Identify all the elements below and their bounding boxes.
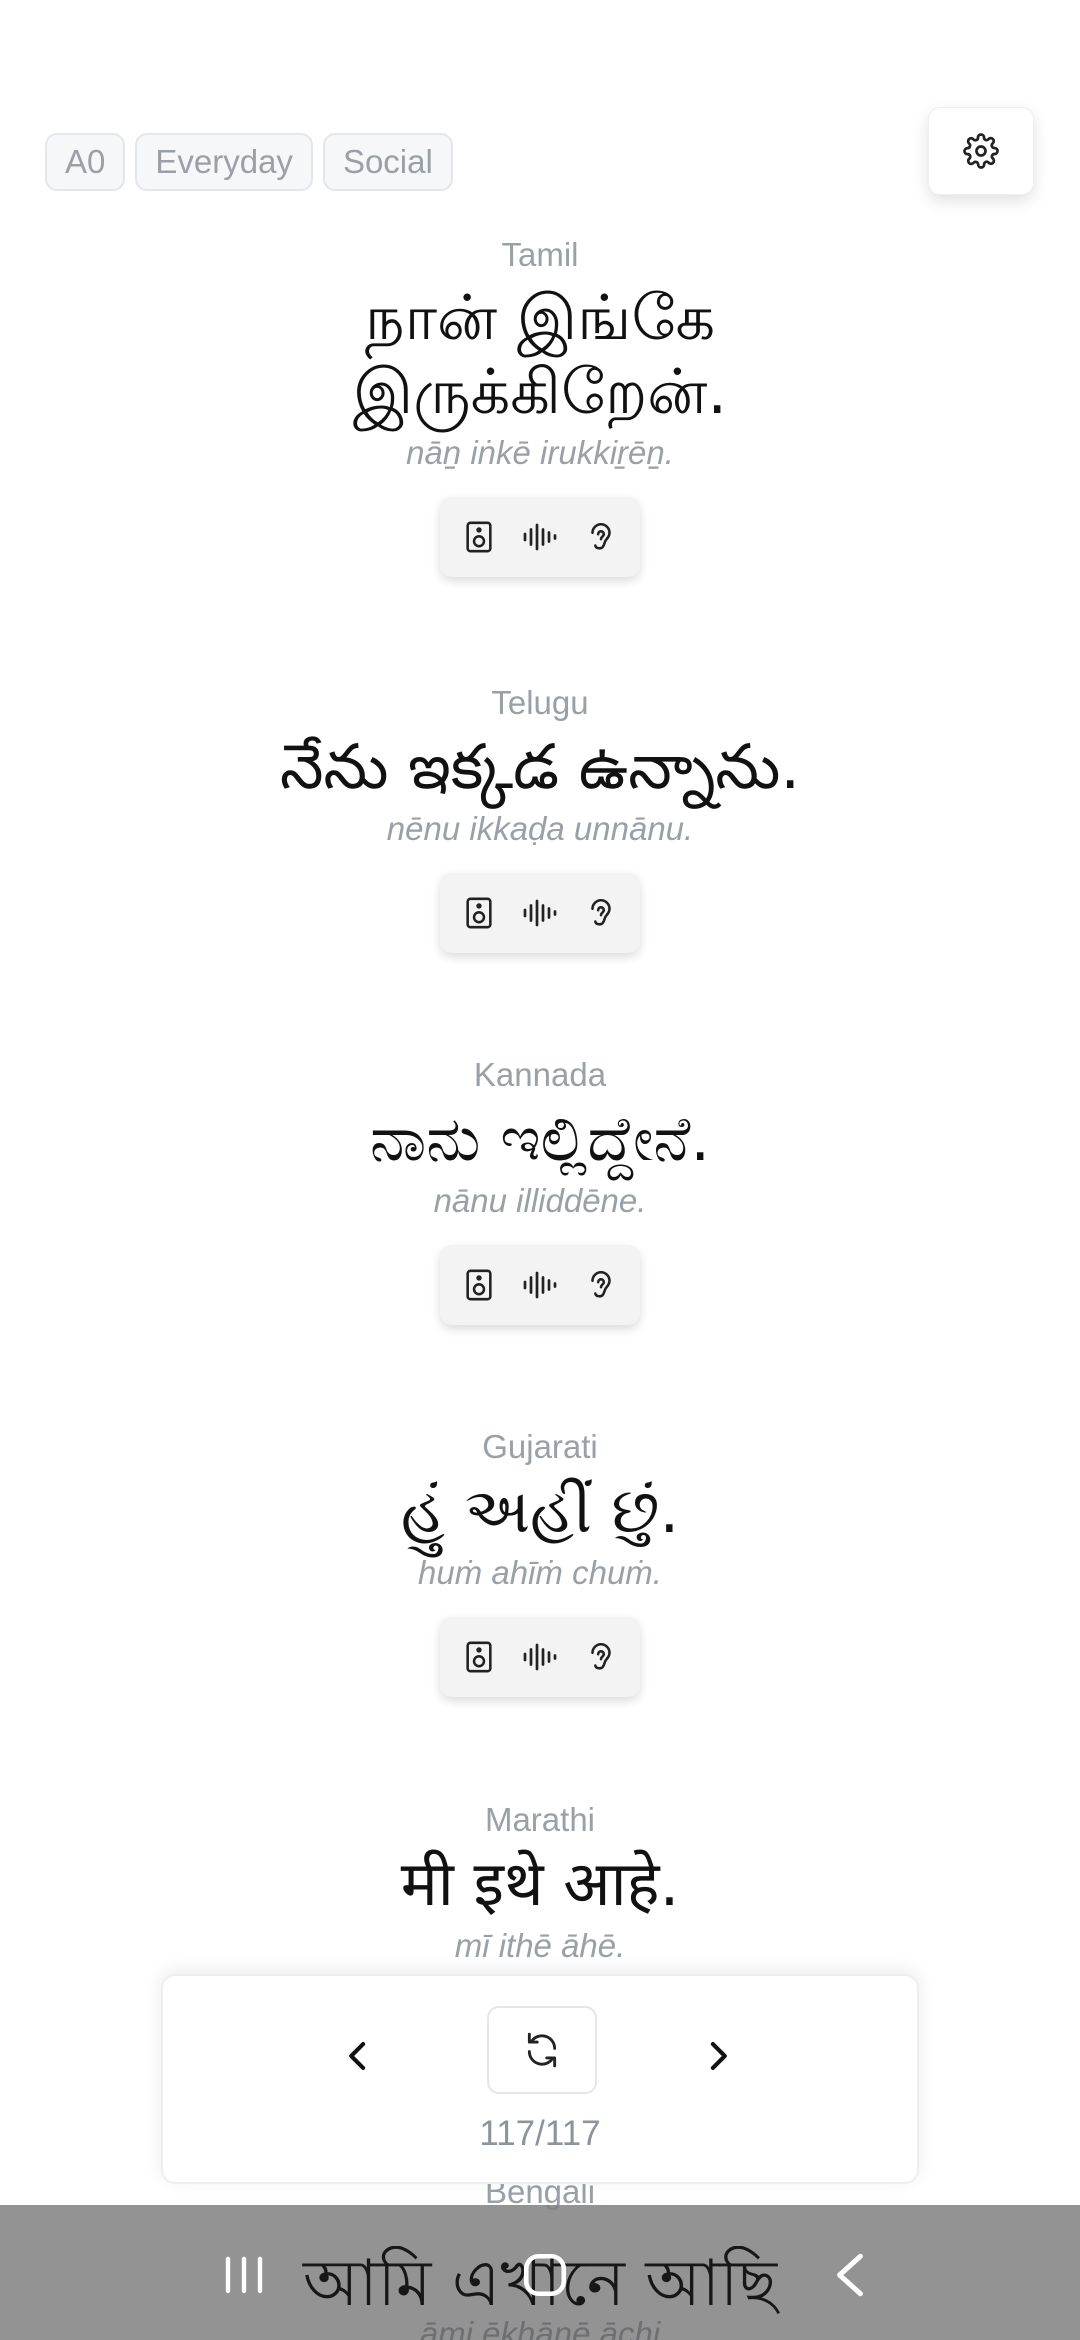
- audio-controls: [440, 497, 640, 577]
- transliteration: nānu illiddēne.: [433, 1182, 647, 1219]
- speaker-icon[interactable]: [457, 515, 501, 559]
- transliteration: mī ithē āhē.: [454, 1927, 626, 1964]
- phrase-card-gujarati: Gujarati હું અહીં છું. huṁ ahīṁ chuṁ.: [0, 1427, 1080, 1697]
- phrase-text: હું અહીં છું.: [400, 1474, 680, 1547]
- waveform-icon[interactable]: [518, 891, 562, 935]
- waveform-icon[interactable]: [518, 1263, 562, 1307]
- settings-button[interactable]: [928, 107, 1034, 195]
- tag-social[interactable]: Social: [322, 133, 453, 191]
- navigation-panel: 117/117: [161, 1974, 919, 2184]
- ear-icon[interactable]: [579, 1635, 623, 1679]
- speaker-icon[interactable]: [457, 891, 501, 935]
- waveform-icon[interactable]: [518, 515, 562, 559]
- audio-controls: [440, 1245, 640, 1325]
- tag-list: A0 Everyday Social: [45, 133, 453, 191]
- home-icon: [523, 2253, 567, 2297]
- phrase-text: मी इथे आहे.: [400, 1847, 680, 1920]
- waveform-icon[interactable]: [518, 1635, 562, 1679]
- audio-controls: [440, 1617, 640, 1697]
- chevron-right-icon: [710, 2042, 727, 2070]
- speaker-icon[interactable]: [457, 1263, 501, 1307]
- speaker-icon[interactable]: [457, 1635, 501, 1679]
- system-navigation-bar: আমি এখানে আছি āmi ēkhānē āchi: [0, 2205, 1080, 2340]
- phrase-text: నేను ఇక్కడ ఉన్నాను.: [279, 730, 801, 803]
- recents-icon: [225, 2256, 263, 2294]
- tag-level[interactable]: A0: [45, 133, 126, 191]
- ear-icon[interactable]: [579, 1263, 623, 1307]
- tag-everyday[interactable]: Everyday: [135, 133, 313, 191]
- refresh-button[interactable]: [487, 2006, 597, 2094]
- back-button[interactable]: [815, 2245, 885, 2305]
- phrase-card-telugu: Telugu నేను ఇక్కడ ఉన్నాను. nēnu ikkaḍa u…: [0, 683, 1080, 953]
- audio-controls: [440, 873, 640, 953]
- language-label: Telugu: [491, 684, 589, 721]
- home-button[interactable]: [510, 2245, 580, 2305]
- phrase-card-tamil: Tamil நான் இங்கே இருக்கிறேன். nāṉ iṅkē i…: [0, 235, 1080, 577]
- gear-icon: [963, 133, 999, 169]
- recents-button[interactable]: [210, 2245, 280, 2305]
- back-icon: [837, 2253, 863, 2297]
- language-label: Marathi: [484, 1801, 596, 1838]
- phrase-text: நான் இங்கே இருக்கிறேன்.: [352, 281, 728, 428]
- phrase-text: ನಾನು ಇಲ್ಲಿದ್ದೇನೆ.: [369, 1102, 711, 1175]
- transliteration: nēnu ikkaḍa unnānu.: [386, 810, 694, 847]
- transliteration-bengali: āmi ēkhānē āchi: [419, 2315, 661, 2340]
- transliteration: huṁ ahīṁ chuṁ.: [418, 1554, 662, 1591]
- page-counter: 117/117: [479, 2114, 601, 2153]
- phrase-card-marathi: Marathi मी इथे आहे. mī ithē āhē.: [0, 1800, 1080, 1966]
- previous-button[interactable]: [313, 2011, 403, 2101]
- chevron-left-icon: [349, 2042, 366, 2070]
- transliteration: nāṉ iṅkē irukkiṟēṉ.: [406, 434, 674, 471]
- phrase-card-kannada: Kannada ನಾನು ಇಲ್ಲಿದ್ದೇನೆ. nānu illiddēne…: [0, 1055, 1080, 1325]
- language-label: Tamil: [501, 236, 579, 273]
- refresh-icon: [527, 2032, 557, 2068]
- ear-icon[interactable]: [579, 515, 623, 559]
- language-label: Kannada: [473, 1056, 607, 1093]
- ear-icon[interactable]: [579, 891, 623, 935]
- next-button[interactable]: [673, 2011, 763, 2101]
- language-label: Gujarati: [482, 1428, 598, 1465]
